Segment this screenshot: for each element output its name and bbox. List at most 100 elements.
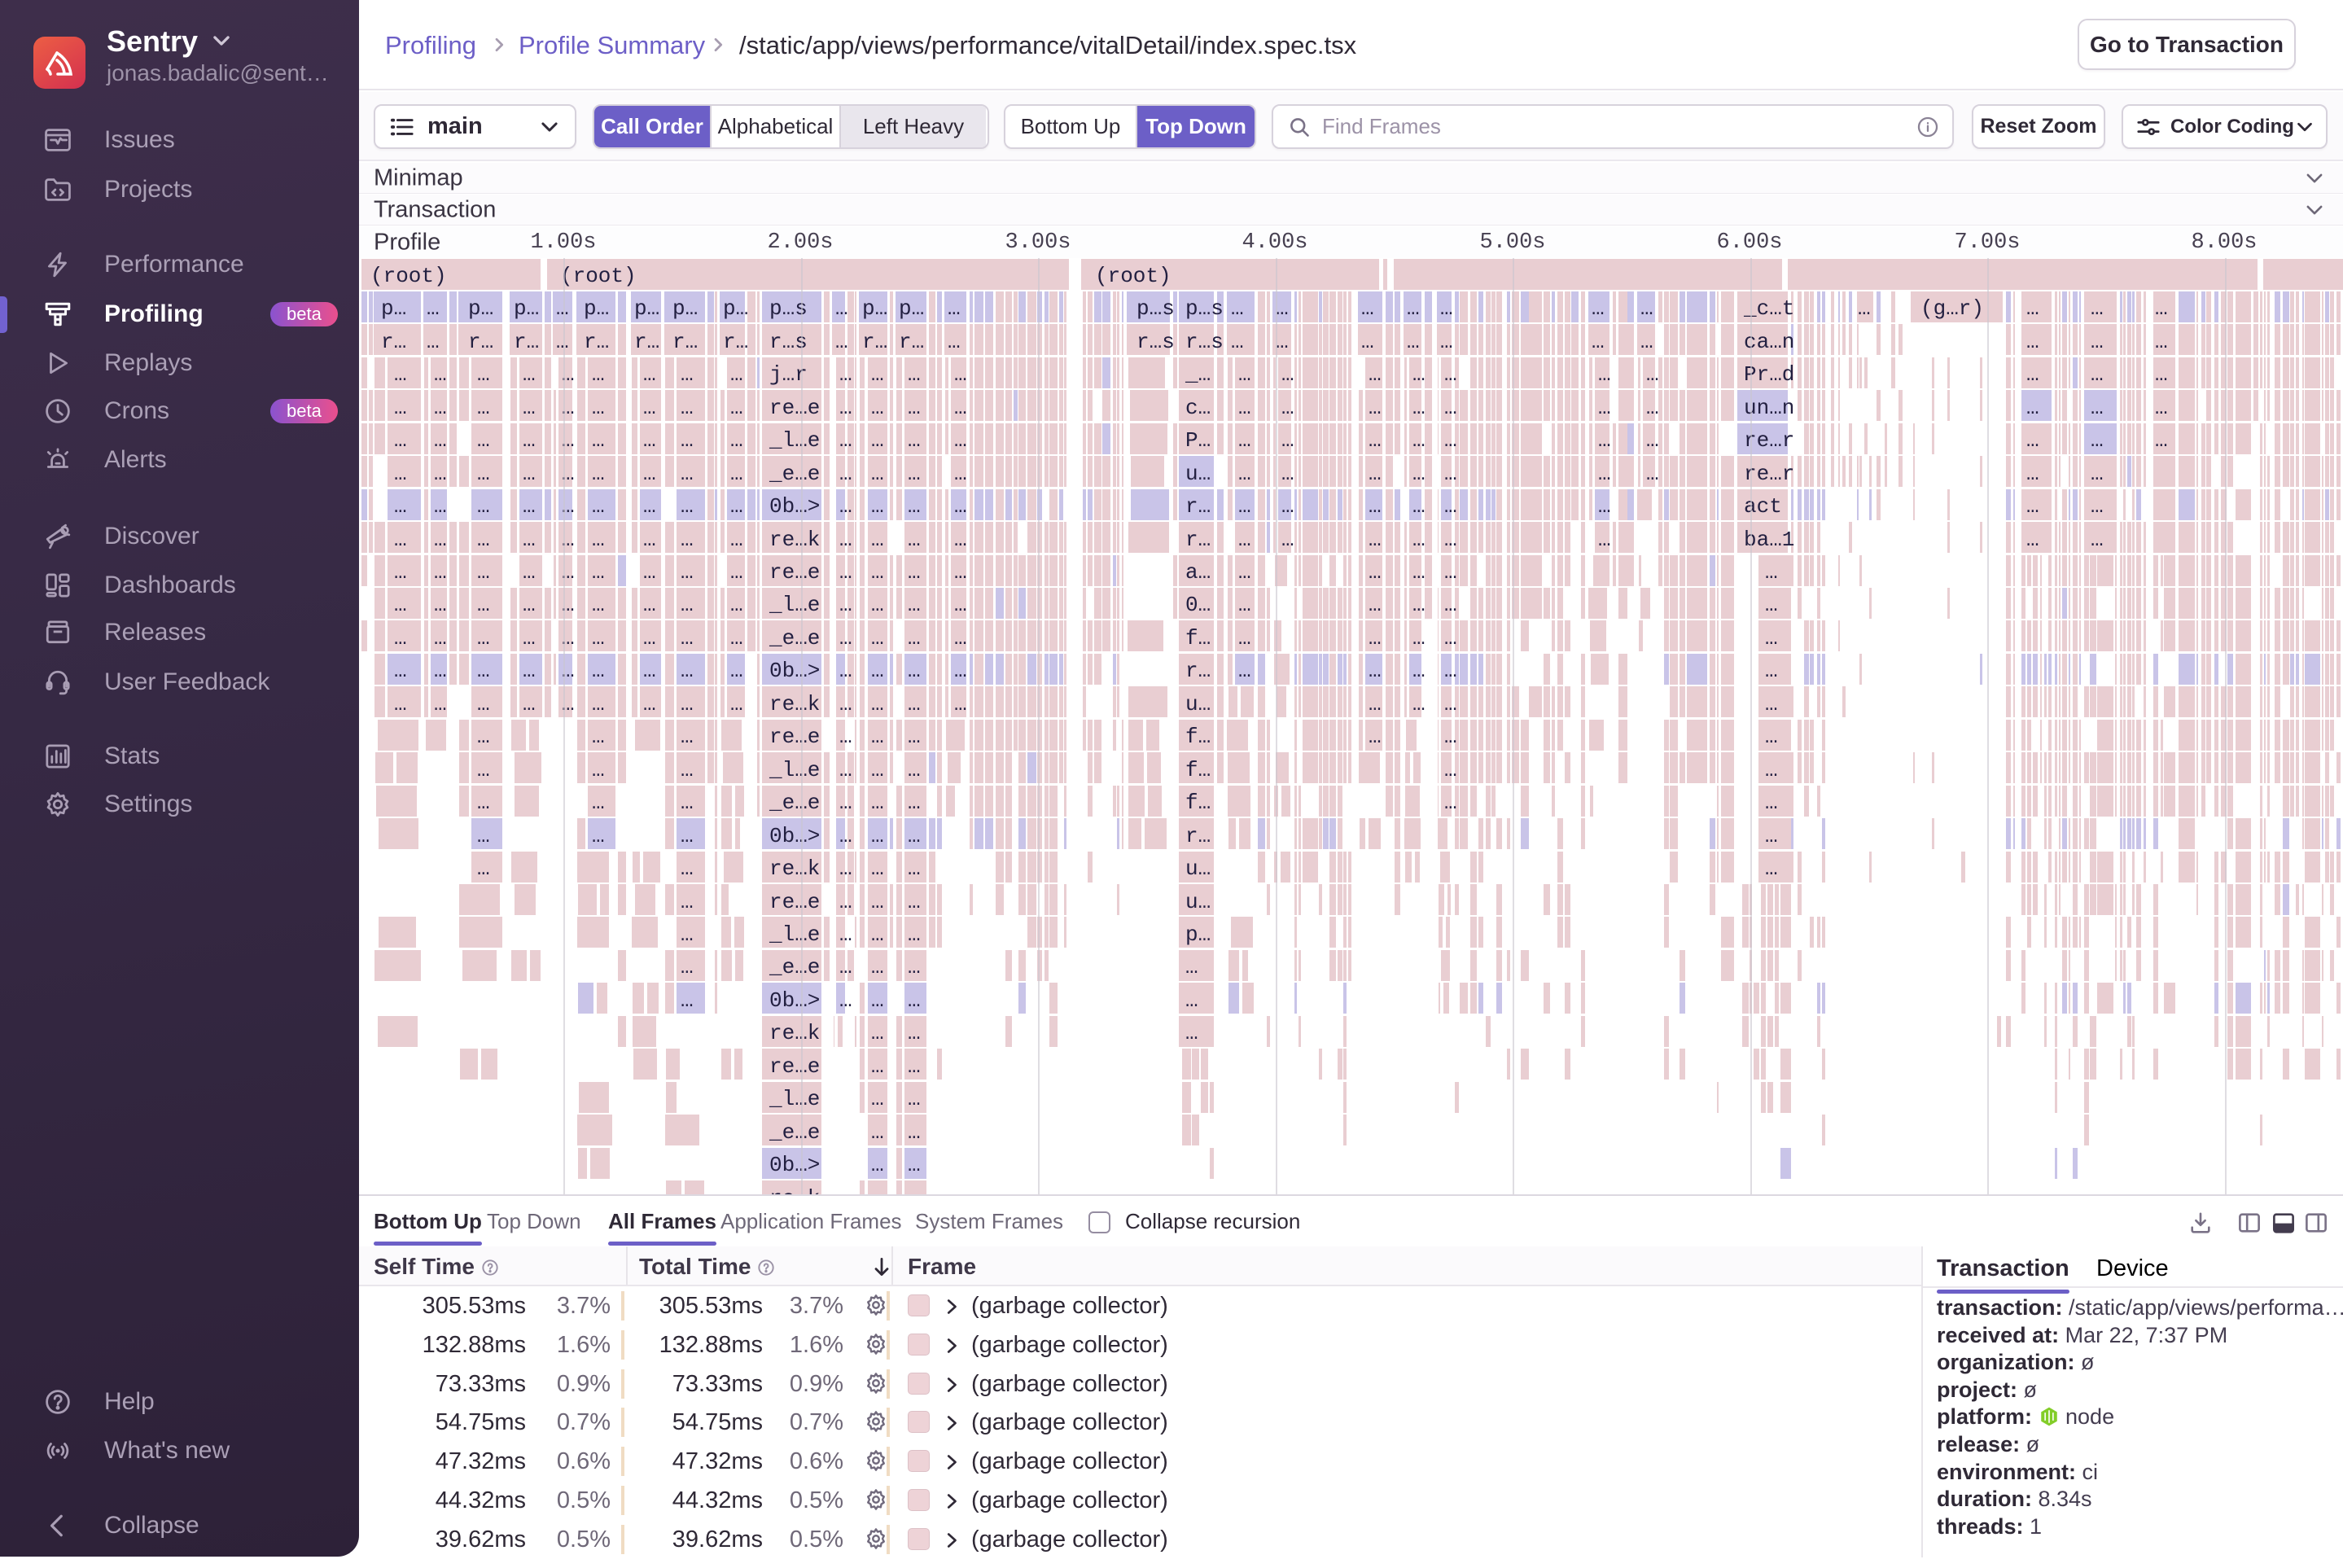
svg-text:…: … (1598, 494, 1611, 519)
svg-text:…: … (523, 494, 536, 519)
svg-text:…: … (839, 692, 852, 716)
svg-text:…: … (839, 593, 852, 617)
svg-text:(root): (root) (370, 264, 447, 288)
svg-text:re…e: re…e (769, 1054, 820, 1079)
svg-text:…: … (1412, 494, 1426, 519)
svg-text:u…: u… (1185, 890, 1211, 914)
svg-text:…: … (839, 824, 852, 848)
svg-text:…: … (871, 396, 884, 420)
svg-text:…: … (643, 428, 656, 453)
svg-text:…: … (908, 824, 921, 848)
svg-text:_…: _… (1185, 362, 1211, 387)
svg-text:…: … (730, 362, 743, 387)
svg-text:r…: r… (514, 330, 539, 354)
svg-text:…: … (523, 692, 536, 716)
svg-text:p…s: p…s (1136, 296, 1175, 321)
svg-text:…: … (948, 330, 961, 354)
svg-text:…: … (839, 791, 852, 815)
svg-text:…: … (1598, 362, 1611, 387)
svg-text:p…s: p…s (1185, 296, 1224, 321)
svg-text:…: … (1765, 758, 1778, 782)
svg-text:…: … (477, 396, 490, 420)
svg-text:…: … (1412, 428, 1426, 453)
svg-text:…: … (2091, 396, 2104, 420)
svg-text:…: … (2026, 528, 2039, 552)
svg-text:…: … (954, 396, 967, 420)
svg-text:…: … (681, 988, 694, 1013)
svg-text:…: … (908, 528, 921, 552)
svg-text:…: … (1440, 330, 1453, 354)
svg-text:…: … (592, 626, 605, 650)
svg-text:…: … (2155, 428, 2168, 453)
svg-text:…: … (908, 922, 921, 947)
svg-text:…: … (1412, 593, 1426, 617)
svg-text:f…: f… (1185, 626, 1211, 650)
svg-text:…: … (839, 428, 852, 453)
svg-text:…: … (839, 396, 852, 420)
svg-text:_e…e: _e…e (769, 462, 820, 486)
svg-text:…: … (1369, 659, 1382, 683)
svg-text:…: … (643, 362, 656, 387)
svg-text:…: … (681, 659, 694, 683)
svg-text:…: … (681, 791, 694, 815)
svg-text:…: … (592, 659, 605, 683)
svg-text:…: … (1369, 593, 1382, 617)
svg-text:…: … (908, 791, 921, 815)
svg-text:…: … (592, 462, 605, 486)
svg-text:_l…e: _l…e (769, 922, 820, 947)
svg-text:(g…r): (g…r) (1920, 296, 1984, 321)
svg-text:…: … (871, 428, 884, 453)
svg-text:…: … (592, 396, 605, 420)
svg-text:r…: r… (862, 330, 887, 354)
svg-text:…: … (871, 1186, 884, 1194)
svg-text:…: … (1238, 396, 1251, 420)
svg-text:re…k: re…k (769, 1186, 820, 1194)
svg-text:…: … (643, 626, 656, 650)
svg-text:…: … (871, 362, 884, 387)
svg-text:re…e: re…e (769, 890, 820, 914)
svg-text:…: … (1598, 462, 1611, 486)
svg-text:…: … (1598, 396, 1611, 420)
svg-text:…: … (1444, 626, 1457, 650)
svg-text:…: … (954, 560, 967, 585)
svg-text:…: … (839, 856, 852, 881)
svg-text:a…: a… (1185, 560, 1211, 585)
svg-text:…: … (434, 626, 447, 650)
svg-text:…: … (908, 856, 921, 881)
svg-text:…: … (2091, 494, 2104, 519)
svg-text:r…: r… (1185, 494, 1211, 519)
svg-text:…: … (643, 560, 656, 585)
svg-text:re…k: re…k (769, 528, 820, 552)
svg-text:…: … (1444, 396, 1457, 420)
svg-text:…: … (1369, 396, 1382, 420)
svg-text:…: … (2091, 462, 2104, 486)
svg-text:…: … (2091, 296, 2104, 321)
svg-text:…: … (871, 462, 884, 486)
svg-text:…: … (477, 692, 490, 716)
svg-text:…: … (1276, 296, 1289, 321)
svg-text:…: … (434, 659, 447, 683)
svg-text:…: … (434, 362, 447, 387)
svg-text:…: … (730, 692, 743, 716)
svg-text:…: … (434, 428, 447, 453)
svg-text:…: … (434, 692, 447, 716)
svg-text:…: … (592, 428, 605, 453)
svg-text:…: … (908, 560, 921, 585)
svg-text:…: … (1361, 296, 1374, 321)
svg-text:…: … (681, 626, 694, 650)
svg-text:…: … (477, 791, 490, 815)
svg-text:_l…e: _l…e (769, 758, 820, 782)
svg-text:…: … (523, 362, 536, 387)
svg-text:…: … (592, 791, 605, 815)
svg-text:p…: p… (1185, 922, 1211, 947)
svg-text:…: … (1765, 824, 1778, 848)
svg-text:…: … (427, 296, 440, 321)
svg-text:…: … (954, 362, 967, 387)
svg-text:…: … (839, 494, 852, 519)
svg-text:…: … (1592, 296, 1605, 321)
svg-text:0b…>: 0b…> (769, 659, 820, 683)
svg-text:…: … (730, 593, 743, 617)
svg-text:…: … (871, 725, 884, 749)
svg-text:…: … (954, 692, 967, 716)
svg-text:…: … (477, 593, 490, 617)
